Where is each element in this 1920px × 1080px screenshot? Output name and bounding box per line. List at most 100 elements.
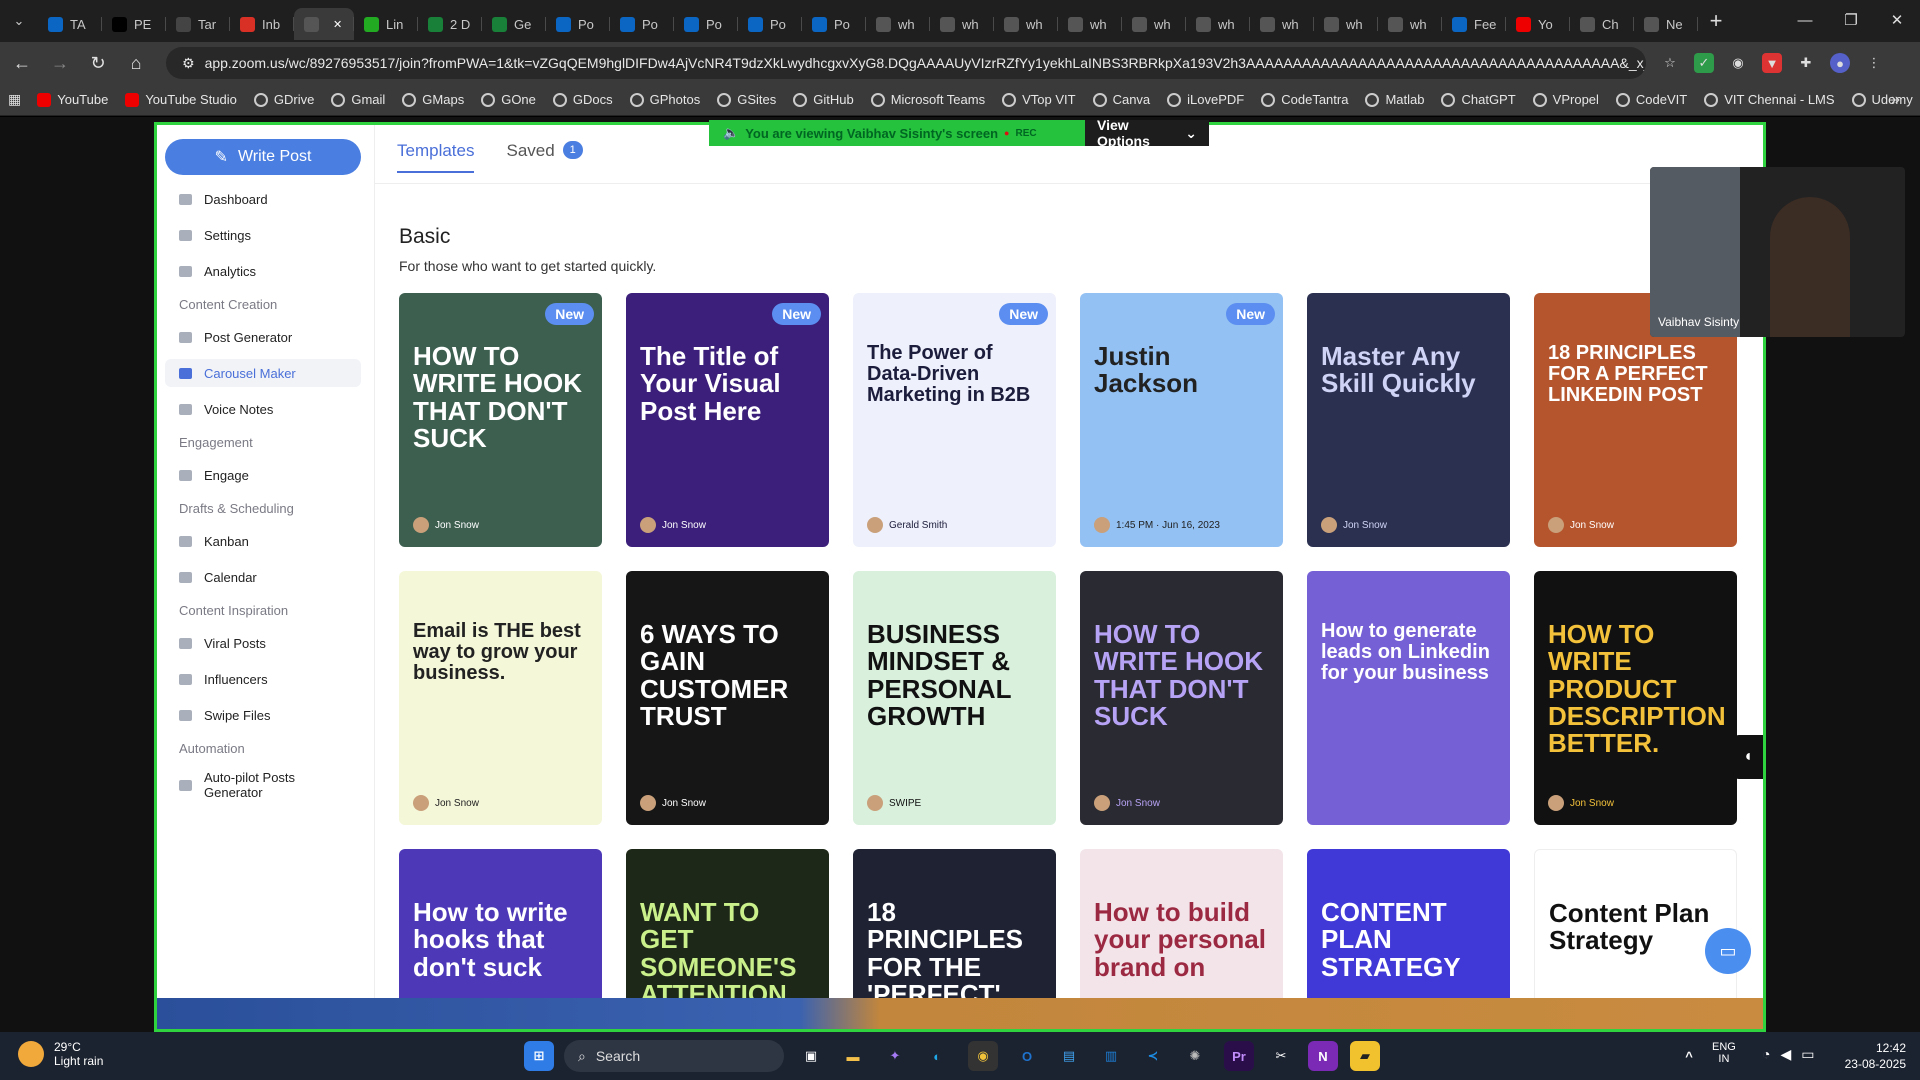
template-card[interactable]: BUSINESS MINDSET & PERSONAL GROWTH SWIPE: [853, 571, 1056, 825]
app-icon[interactable]: ▥: [1096, 1041, 1126, 1071]
browser-tab[interactable]: wh: [994, 8, 1058, 40]
bookmark-item[interactable]: Microsoft Teams: [870, 92, 985, 107]
url-input[interactable]: ⚙ app.zoom.us/wc/89276953517/join?fromPW…: [166, 47, 1646, 79]
browser-tab[interactable]: wh: [1058, 8, 1122, 40]
file-explorer-icon[interactable]: ▬: [838, 1041, 868, 1071]
browser-tab[interactable]: Po: [738, 8, 802, 40]
weather-widget[interactable]: 29°C Light rain: [18, 1040, 103, 1068]
chat-support-button[interactable]: ▭: [1705, 928, 1751, 974]
site-info-icon[interactable]: ⚙: [182, 55, 195, 72]
browser-tab[interactable]: Po: [546, 8, 610, 40]
bookmark-item[interactable]: GPhotos: [629, 92, 700, 107]
bookmark-item[interactable]: VIT Chennai - LMS: [1704, 92, 1835, 107]
copilot-icon[interactable]: ✦: [880, 1041, 910, 1071]
browser-tab[interactable]: PE: [102, 8, 166, 40]
browser-menu-icon[interactable]: ⋮: [1864, 53, 1884, 73]
write-post-button[interactable]: ✎ Write Post: [165, 139, 361, 175]
sidebar-item[interactable]: Influencers: [165, 665, 361, 693]
bookmark-item[interactable]: VPropel: [1532, 92, 1599, 107]
bookmark-item[interactable]: CodeTantra: [1261, 92, 1348, 107]
task-view-icon[interactable]: ▣: [796, 1041, 826, 1071]
sidebar-item[interactable]: Calendar: [165, 563, 361, 591]
apps-grid-icon[interactable]: ▦: [8, 91, 21, 108]
sidebar-item[interactable]: Kanban: [165, 527, 361, 555]
extension-shield-icon[interactable]: ✓: [1694, 53, 1714, 73]
language-indicator[interactable]: ENG IN: [1712, 1041, 1736, 1065]
browser-tab[interactable]: Fee: [1442, 8, 1506, 40]
template-card[interactable]: HOW TO WRITE HOOK THAT DON'T SUCK Jon Sno…: [1080, 571, 1283, 825]
sidebar-item[interactable]: Auto-pilot Posts Generator: [165, 767, 361, 803]
browser-tab[interactable]: Inb: [230, 8, 294, 40]
tab-templates[interactable]: Templates: [397, 141, 475, 173]
back-button[interactable]: ←: [6, 47, 38, 79]
help-tab-button[interactable]: ◖: [1733, 735, 1763, 779]
premiere-icon[interactable]: Pr: [1224, 1041, 1254, 1071]
browser-tab[interactable]: ✕: [294, 8, 354, 40]
template-card[interactable]: The Title of Your Visual Post Here Jon Sn…: [626, 293, 829, 547]
template-card[interactable]: The Power of Data-Driven Marketing in B2…: [853, 293, 1056, 547]
bookmark-item[interactable]: CodeVIT: [1615, 92, 1687, 107]
bookmark-item[interactable]: GitHub: [793, 92, 854, 107]
snipping-icon[interactable]: ✂: [1266, 1041, 1296, 1071]
bookmark-item[interactable]: GOne: [481, 92, 536, 107]
browser-tab[interactable]: Lin: [354, 8, 418, 40]
participant-video[interactable]: Vaibhav Sisinty: [1650, 167, 1905, 337]
sidebar-item[interactable]: Carousel Maker: [165, 359, 361, 387]
sticky-notes-icon[interactable]: ▰: [1350, 1041, 1380, 1071]
browser-tab[interactable]: Po: [674, 8, 738, 40]
bookmark-item[interactable]: GSites: [717, 92, 776, 107]
tab-saved[interactable]: Saved 1: [506, 141, 583, 173]
new-tab-button[interactable]: +: [1698, 3, 1734, 39]
close-tab-icon[interactable]: ✕: [333, 18, 342, 31]
sidebar-item[interactable]: Engage: [165, 461, 361, 489]
more-bookmarks-icon[interactable]: »: [1891, 91, 1900, 109]
store-icon[interactable]: ▤: [1054, 1041, 1084, 1071]
browser-tab[interactable]: Yo: [1506, 8, 1570, 40]
tray-chevron-icon[interactable]: ^: [1674, 1041, 1704, 1071]
browser-tab[interactable]: Po: [802, 8, 866, 40]
bookmark-item[interactable]: YouTube Studio: [125, 92, 237, 107]
bookmark-item[interactable]: iLovePDF: [1167, 92, 1244, 107]
template-card[interactable]: HOW TO WRITE HOOK THAT DON'T SUCK Jon Sno…: [399, 293, 602, 547]
chrome-icon[interactable]: ◉: [968, 1041, 998, 1071]
chatgpt-icon[interactable]: ✺: [1180, 1041, 1210, 1071]
browser-tab[interactable]: wh: [1314, 8, 1378, 40]
bookmark-item[interactable]: Udemy: [1851, 92, 1913, 107]
template-card[interactable]: Justin Jackson 1:45 PM · Jun 16, 2023 New: [1080, 293, 1283, 547]
browser-tab[interactable]: wh: [930, 8, 994, 40]
template-card[interactable]: 6 WAYS TO GAIN CUSTOMER TRUST Jon Snow: [626, 571, 829, 825]
template-card[interactable]: How to generate leads on Linkedin for yo…: [1307, 571, 1510, 825]
extension-pocket-icon[interactable]: ▼: [1762, 53, 1782, 73]
wifi-volume-battery-icons[interactable]: ◔◀▭: [1762, 1046, 1824, 1063]
sidebar-item[interactable]: Post Generator: [165, 323, 361, 351]
browser-tab[interactable]: wh: [866, 8, 930, 40]
browser-tab[interactable]: Po: [610, 8, 674, 40]
reload-button[interactable]: ↻: [82, 47, 114, 79]
bookmark-item[interactable]: Gmail: [331, 92, 385, 107]
browser-tab[interactable]: Ch: [1570, 8, 1634, 40]
sidebar-item[interactable]: Swipe Files: [165, 701, 361, 729]
bookmark-item[interactable]: Matlab: [1365, 92, 1424, 107]
browser-tab[interactable]: wh: [1122, 8, 1186, 40]
bookmark-item[interactable]: ChatGPT: [1441, 92, 1516, 107]
home-button[interactable]: ⌂: [120, 47, 152, 79]
edge-icon[interactable]: ◐: [922, 1041, 952, 1071]
bookmark-star-icon[interactable]: ☆: [1660, 53, 1680, 73]
bookmark-item[interactable]: GDocs: [552, 92, 613, 107]
browser-tab[interactable]: Tar: [166, 8, 230, 40]
browser-tab[interactable]: 2 D: [418, 8, 482, 40]
bookmark-item[interactable]: GDrive: [253, 92, 314, 107]
sidebar-item[interactable]: Voice Notes: [165, 395, 361, 423]
browser-tab[interactable]: wh: [1186, 8, 1250, 40]
template-card[interactable]: Master Any Skill Quickly Jon Snow: [1307, 293, 1510, 547]
template-card[interactable]: HOW TO WRITE PRODUCT DESCRIPTION BETTER.…: [1534, 571, 1737, 825]
clock[interactable]: 12:42 23-08-2025: [1845, 1040, 1906, 1072]
extensions-puzzle-icon[interactable]: ✚: [1796, 53, 1816, 73]
minimize-button[interactable]: —: [1782, 0, 1828, 40]
bookmark-item[interactable]: YouTube: [37, 92, 108, 107]
browser-tab[interactable]: TA: [38, 8, 102, 40]
sidebar-item[interactable]: Settings: [165, 221, 361, 249]
outlook-icon[interactable]: O: [1012, 1041, 1042, 1071]
sidebar-item[interactable]: Viral Posts: [165, 629, 361, 657]
bookmark-item[interactable]: Canva: [1092, 92, 1150, 107]
